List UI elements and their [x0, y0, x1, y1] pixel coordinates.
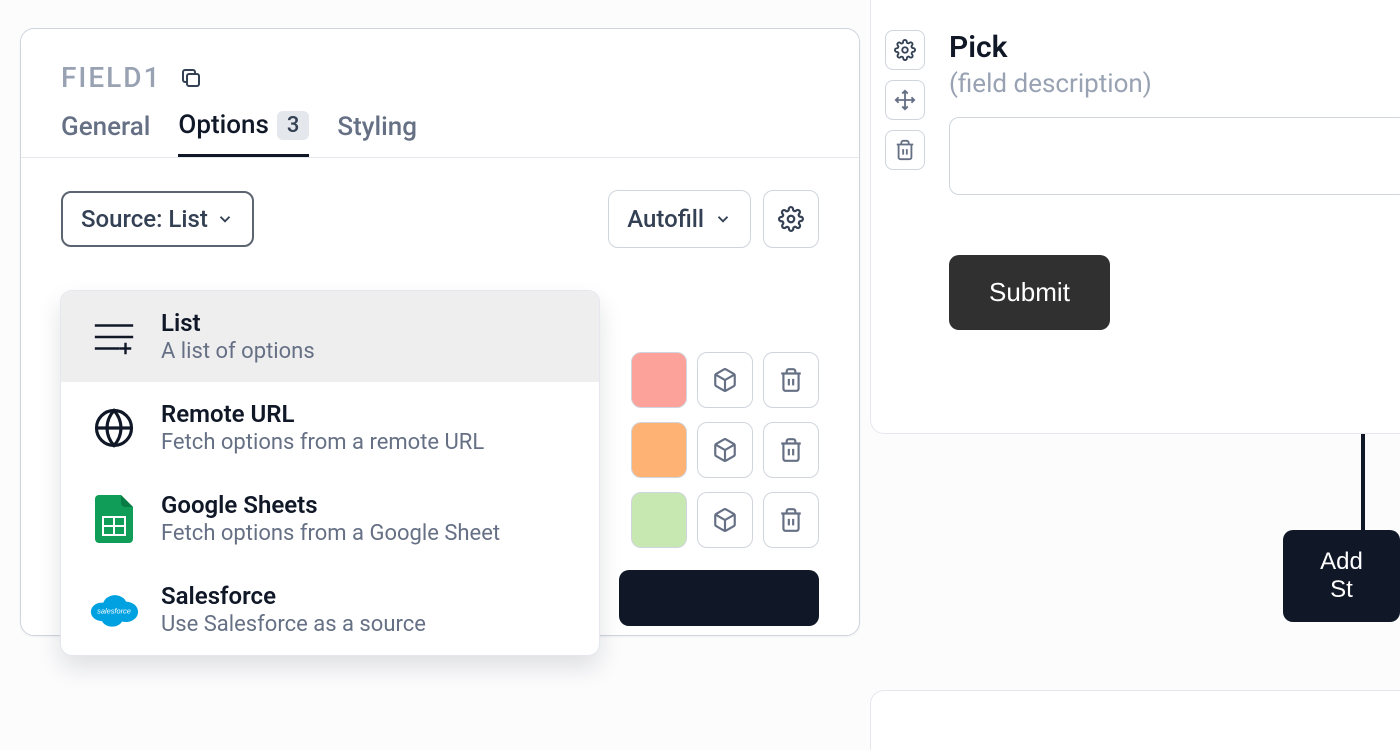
tabs: General Options 3 Styling [21, 110, 859, 158]
edit-controls [885, 30, 925, 170]
field-name-label: FIELD1 [61, 61, 161, 94]
options-count-badge: 3 [277, 111, 310, 140]
chevron-down-icon [714, 210, 732, 228]
autofill-label: Autofill [627, 205, 704, 233]
source-dropdown[interactable]: Source: List [61, 191, 254, 247]
svg-text:salesforce: salesforce [97, 606, 131, 615]
trash-icon [894, 139, 916, 161]
add-option-button[interactable] [619, 570, 819, 626]
options-toolbar: Source: List Autofill [21, 158, 859, 248]
preview-field-desc: (field description) [949, 69, 1400, 99]
source-option-remote-url[interactable]: Remote URL Fetch options from a remote U… [61, 382, 599, 473]
add-step-button[interactable]: Add St [1283, 530, 1400, 622]
options-settings-button[interactable] [763, 190, 819, 248]
source-option-title: Google Sheets [161, 491, 500, 519]
preview-card: Pick (field description) Submit [870, 0, 1400, 434]
right-area: Pick (field description) Submit Add St [870, 0, 1400, 750]
field-move-button[interactable] [885, 80, 925, 120]
option-package-button[interactable] [697, 492, 753, 548]
option-delete-button[interactable] [763, 492, 819, 548]
move-icon [894, 89, 916, 111]
package-icon [712, 367, 738, 393]
trash-icon [778, 437, 804, 463]
trash-icon [778, 367, 804, 393]
field-delete-button[interactable] [885, 130, 925, 170]
option-package-button[interactable] [697, 422, 753, 478]
globe-icon [89, 403, 139, 453]
option-rows [631, 352, 819, 548]
tab-styling[interactable]: Styling [337, 110, 417, 157]
option-delete-button[interactable] [763, 422, 819, 478]
field-settings-button[interactable] [885, 30, 925, 70]
source-option-desc: Fetch options from a remote URL [161, 430, 484, 455]
toolbar-right: Autofill [608, 190, 819, 248]
tab-options[interactable]: Options 3 [178, 110, 309, 157]
color-swatch[interactable] [631, 352, 687, 408]
color-swatch[interactable] [631, 422, 687, 478]
list-icon [89, 312, 139, 362]
option-row [631, 492, 819, 548]
option-row [631, 422, 819, 478]
preview-content: Pick (field description) Submit [949, 30, 1400, 330]
source-option-title: Remote URL [161, 400, 484, 428]
salesforce-icon: salesforce [89, 585, 139, 635]
tab-options-label: Options [178, 110, 268, 140]
option-delete-button[interactable] [763, 352, 819, 408]
next-step-card [870, 690, 1400, 750]
submit-button[interactable]: Submit [949, 255, 1110, 330]
gear-icon [778, 206, 804, 232]
option-package-button[interactable] [697, 352, 753, 408]
source-option-desc: A list of options [161, 339, 315, 364]
autofill-dropdown[interactable]: Autofill [608, 190, 751, 248]
source-option-google-sheets[interactable]: Google Sheets Fetch options from a Googl… [61, 473, 599, 564]
package-icon [712, 507, 738, 533]
gear-icon [894, 39, 916, 61]
source-option-title: List [161, 309, 315, 337]
source-option-desc: Use Salesforce as a source [161, 612, 426, 637]
source-option-desc: Fetch options from a Google Sheet [161, 521, 500, 546]
preview-select-input[interactable] [949, 117, 1400, 195]
trash-icon [778, 507, 804, 533]
tab-general[interactable]: General [61, 110, 150, 157]
source-option-title: Salesforce [161, 582, 426, 610]
connector-line [1361, 434, 1365, 532]
preview-field-title: Pick [949, 30, 1400, 65]
field-header: FIELD1 [21, 29, 859, 110]
package-icon [712, 437, 738, 463]
chevron-down-icon [216, 210, 234, 228]
google-sheets-icon [89, 494, 139, 544]
source-option-list[interactable]: List A list of options [61, 291, 599, 382]
source-option-salesforce[interactable]: salesforce Salesforce Use Salesforce as … [61, 564, 599, 655]
source-dropdown-menu: List A list of options Remote URL Fetch … [60, 290, 600, 656]
color-swatch[interactable] [631, 492, 687, 548]
copy-icon[interactable] [179, 66, 203, 90]
source-dropdown-label: Source: List [81, 205, 208, 233]
option-row [631, 352, 819, 408]
